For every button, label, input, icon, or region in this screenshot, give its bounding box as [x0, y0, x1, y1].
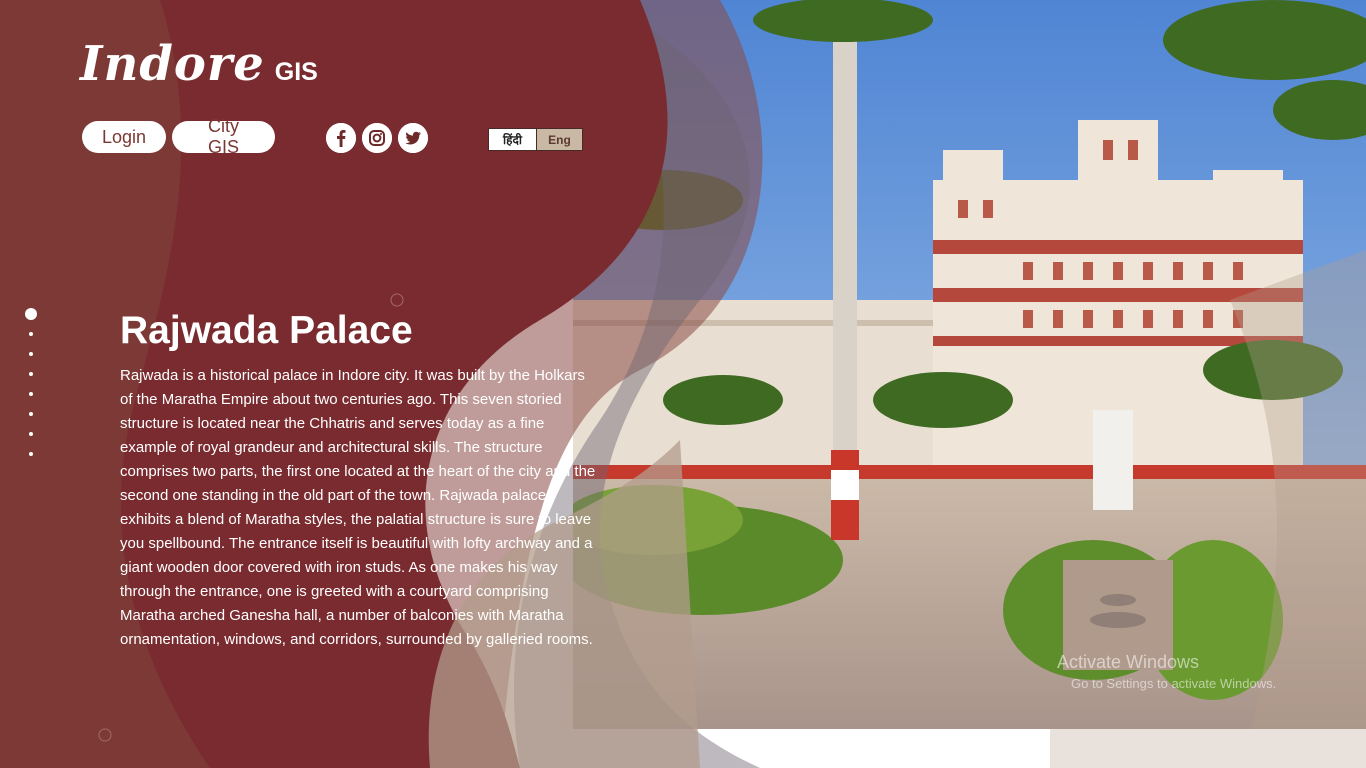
- login-button[interactable]: Login: [82, 121, 166, 153]
- hindi-language-button[interactable]: हिंदी: [488, 128, 537, 151]
- logo-script-text: Indore: [80, 36, 265, 92]
- slide-dot[interactable]: [29, 452, 33, 456]
- logo-sub-text: GIS: [274, 58, 318, 86]
- windows-activation-watermark: Activate Windows Go to Settings to activ…: [1057, 652, 1276, 691]
- slide-content: Rajwada Palace Rajwada is a historical p…: [120, 308, 600, 652]
- facebook-icon[interactable]: [326, 123, 356, 153]
- slide-title: Rajwada Palace: [120, 309, 413, 352]
- city-gis-button[interactable]: City GIS: [172, 116, 275, 157]
- slide-dot[interactable]: [29, 432, 33, 436]
- slide-dot[interactable]: [29, 412, 33, 416]
- social-links: [326, 123, 428, 153]
- language-toggle: हिंदी Eng: [488, 128, 583, 151]
- twitter-icon[interactable]: [398, 123, 428, 153]
- slide-dot[interactable]: [29, 332, 33, 336]
- header-nav: Login City GIS: [82, 116, 275, 157]
- watermark-subtitle: Go to Settings to activate Windows.: [1071, 676, 1277, 691]
- watermark-title: Activate Windows: [1057, 652, 1200, 672]
- slide-dot[interactable]: [29, 392, 33, 396]
- site-logo[interactable]: Indore GIS: [80, 40, 318, 88]
- english-language-button[interactable]: Eng: [537, 128, 583, 151]
- slide-description: Rajwada is a historical palace in Indore…: [120, 367, 596, 648]
- slide-dot[interactable]: [29, 372, 33, 376]
- landing-page: Indore GIS Login City GIS हिंदी Eng Rajw…: [0, 0, 1366, 768]
- instagram-icon[interactable]: [362, 123, 392, 153]
- slide-dot[interactable]: [29, 352, 33, 356]
- slide-dot-active[interactable]: [25, 308, 37, 320]
